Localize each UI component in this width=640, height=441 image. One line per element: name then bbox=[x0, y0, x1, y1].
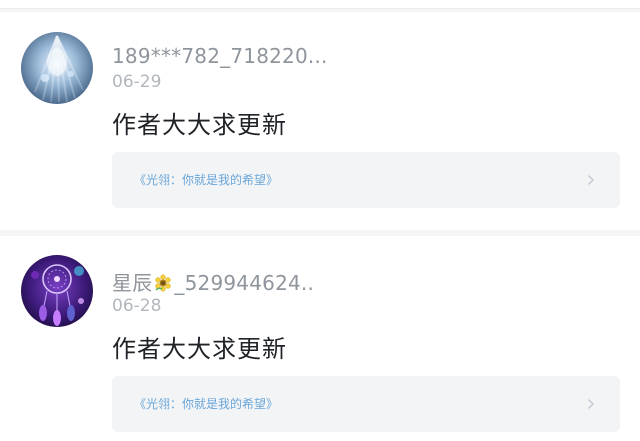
comment-text: 作者大大求更新 bbox=[112, 111, 287, 139]
username[interactable]: 189***782_718220... bbox=[112, 44, 328, 68]
book-title: 《光翎：你就是我的希望》 bbox=[134, 173, 279, 187]
book-title: 《光翎：你就是我的希望》 bbox=[134, 397, 279, 411]
comment-date: 06-29 bbox=[112, 72, 162, 92]
sunflower-icon bbox=[155, 274, 172, 292]
chevron-right-icon bbox=[588, 399, 594, 409]
previous-comment-edge bbox=[0, 0, 640, 9]
avatar-icon bbox=[21, 255, 93, 327]
avatar[interactable] bbox=[21, 255, 93, 327]
comment-date: 06-28 bbox=[112, 296, 162, 316]
avatar[interactable] bbox=[21, 32, 93, 104]
avatar-icon bbox=[21, 32, 93, 104]
book-link-card[interactable]: 《光翎：你就是我的希望》 bbox=[112, 152, 620, 208]
chevron-right-icon bbox=[588, 175, 594, 185]
comment-item: 189***782_718220... 06-29 作者大大求更新 《光翎：你就… bbox=[0, 12, 640, 230]
username[interactable]: 星辰 _529944624.. bbox=[112, 267, 314, 296]
comment-item: 星辰 _529944624.. 06-28 作者大大求更新 《光翎：你就是我的希… bbox=[0, 236, 640, 441]
username-suffix: _529944624.. bbox=[174, 271, 315, 295]
book-link-card[interactable]: 《光翎：你就是我的希望》 bbox=[112, 376, 620, 432]
comment-text: 作者大大求更新 bbox=[112, 335, 287, 363]
username-prefix: 星辰 bbox=[112, 271, 153, 295]
